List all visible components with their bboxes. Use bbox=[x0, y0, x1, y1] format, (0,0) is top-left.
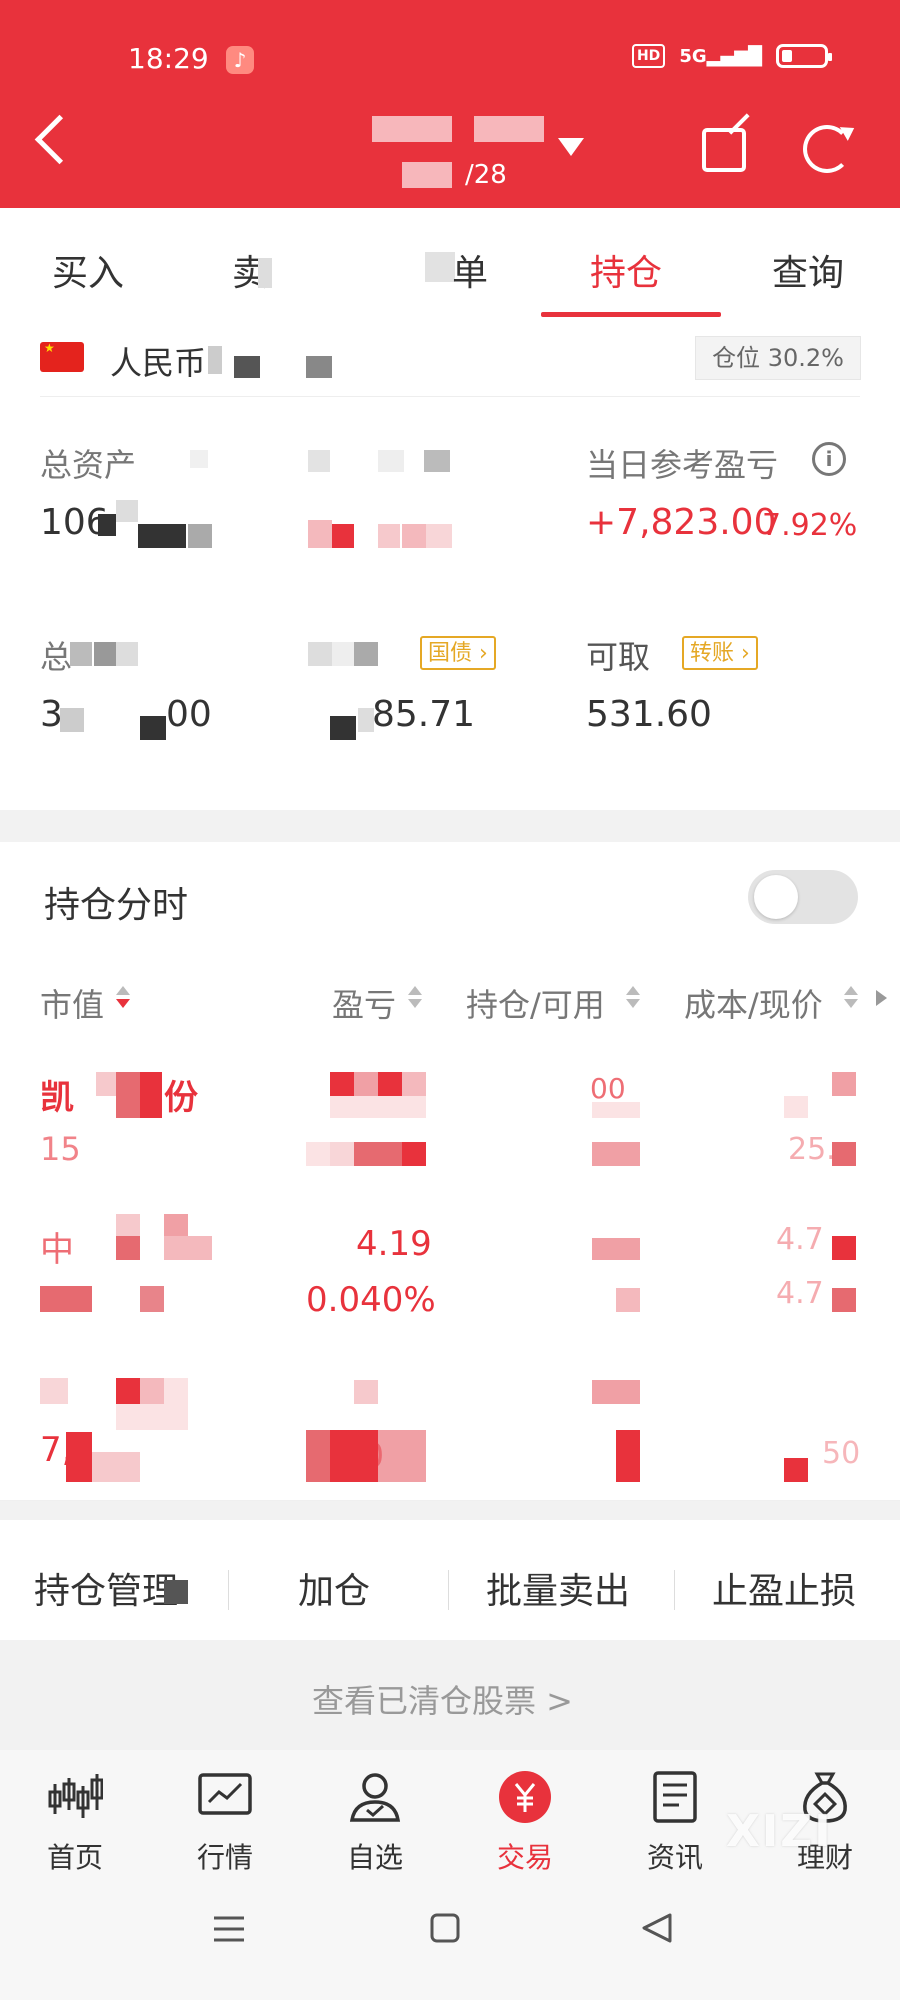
total-assets-label: 总资产 bbox=[40, 446, 137, 484]
current-price: 4.7 bbox=[776, 1276, 824, 1311]
account-subtitle: /28 bbox=[465, 160, 507, 190]
share-icon[interactable] bbox=[702, 128, 746, 172]
pnl-percent: 1.0 bbox=[330, 1436, 385, 1476]
back-chevron-icon[interactable] bbox=[34, 114, 85, 165]
cleared-stocks-row: 查看已清仓股票 > bbox=[0, 1640, 900, 1750]
withdrawable-label: 可取 bbox=[586, 638, 651, 676]
column-position-available[interactable]: 持仓/可用 bbox=[466, 980, 605, 1026]
account-summary: 人民币 仓位 30.2% 总资产 当日参考盈亏 i 106 +7,823.00 … bbox=[0, 320, 900, 810]
cost-price: 4.7 bbox=[776, 1222, 824, 1257]
info-icon[interactable]: i bbox=[812, 442, 846, 476]
cost-price: 25. bbox=[788, 1132, 836, 1167]
yuan-icon bbox=[499, 1771, 551, 1823]
table-row[interactable]: 中 4.19 0.040% 4.7 4.7 bbox=[0, 1192, 900, 1343]
menu-icon[interactable] bbox=[212, 1914, 246, 1944]
batch-sell-button[interactable]: 批量卖出 bbox=[486, 1562, 630, 1614]
position-ratio-badge: 仓位 30.2% bbox=[695, 336, 861, 380]
user-icon bbox=[349, 1773, 401, 1822]
music-notification-icon: ♪ bbox=[226, 46, 254, 74]
transfer-button[interactable]: 转账 › bbox=[682, 636, 758, 670]
take-profit-stop-loss-button[interactable]: 止盈止损 bbox=[712, 1562, 856, 1614]
sort-icon[interactable] bbox=[408, 986, 422, 1010]
scroll-right-icon[interactable] bbox=[876, 990, 887, 1006]
header-bar: 18:29 ♪ HD 5G▂▄▆█ /28 bbox=[0, 0, 900, 208]
account-dropdown-icon[interactable] bbox=[558, 138, 584, 156]
pnl-percent: 0.040% bbox=[306, 1280, 436, 1320]
candlestick-icon bbox=[48, 1774, 103, 1818]
tab-positions[interactable]: 持仓 bbox=[590, 244, 662, 296]
chart-icon bbox=[198, 1773, 252, 1815]
add-position-button[interactable]: 加仓 bbox=[298, 1562, 370, 1614]
stock-name: 中 bbox=[40, 1230, 74, 1270]
bond-button[interactable]: 国债 › bbox=[420, 636, 496, 670]
total-market-value-label: 总 bbox=[40, 638, 73, 676]
table-row[interactable]: 凯 份 15 00 25. bbox=[0, 1042, 900, 1193]
stock-name: 凯 bbox=[40, 1078, 74, 1118]
trade-tabs: 买入 卖 单 持仓 查询 bbox=[0, 208, 900, 321]
china-flag-icon bbox=[40, 341, 84, 372]
holdings-column-header: 市值 盈亏 持仓/可用 成本/现价 bbox=[0, 952, 900, 1043]
daily-pnl-value: +7,823.00 bbox=[586, 502, 777, 543]
holding-time-label: 持仓分时 bbox=[44, 885, 189, 926]
withdrawable-value: 531.60 bbox=[586, 694, 712, 735]
column-cost-price[interactable]: 成本/现价 bbox=[684, 980, 823, 1026]
total-market-value-tail: 00 bbox=[166, 694, 212, 735]
holding-time-toggle[interactable] bbox=[748, 870, 858, 924]
position-quantity: 00 bbox=[590, 1072, 626, 1105]
market-value-2-tail: 85.71 bbox=[372, 694, 476, 735]
pnl-value: 4.19 bbox=[356, 1224, 432, 1264]
tab-buy[interactable]: 买入 bbox=[52, 244, 124, 296]
hd-icon: HD bbox=[631, 44, 666, 68]
account-title-blurred[interactable] bbox=[372, 116, 452, 142]
battery-icon bbox=[776, 44, 832, 68]
trading-app-screen: 18:29 ♪ HD 5G▂▄▆█ /28 买入 卖 单 持仓 查询 人民币 bbox=[0, 0, 900, 2000]
sort-icon[interactable] bbox=[844, 986, 858, 1010]
home-square-icon[interactable] bbox=[430, 1912, 460, 1944]
sort-desc-icon[interactable] bbox=[116, 986, 130, 1010]
tab-query[interactable]: 查询 bbox=[772, 244, 844, 296]
sort-icon[interactable] bbox=[626, 986, 640, 1010]
signal-icon: 5G▂▄▆█ bbox=[679, 45, 762, 67]
active-tab-indicator bbox=[541, 312, 721, 317]
column-pnl[interactable]: 盈亏 bbox=[332, 980, 396, 1026]
current-price: 50 bbox=[822, 1436, 861, 1471]
column-market-value[interactable]: 市值 bbox=[40, 980, 104, 1026]
status-time: 18:29 bbox=[128, 42, 209, 75]
back-triangle-icon[interactable] bbox=[640, 1912, 674, 1944]
holding-actions-bar: 持仓管理 加仓 批量卖出 止盈止损 bbox=[0, 1520, 900, 1640]
table-row[interactable]: 7, 1.0 50 bbox=[0, 1342, 900, 1501]
daily-pnl-label: 当日参考盈亏 bbox=[586, 446, 779, 484]
daily-pnl-percent: 7.92% bbox=[762, 508, 858, 543]
view-cleared-stocks-link[interactable]: 查看已清仓股票 > bbox=[312, 1676, 573, 1722]
refresh-icon[interactable] bbox=[803, 125, 851, 173]
document-icon bbox=[653, 1771, 697, 1823]
system-nav-bar bbox=[0, 1870, 900, 2000]
market-value: 15 bbox=[40, 1130, 81, 1168]
watermark-text: XIZI bbox=[726, 1806, 833, 1857]
status-icons: HD 5G▂▄▆█ bbox=[631, 44, 832, 68]
holding-management-button[interactable]: 持仓管理 bbox=[34, 1562, 178, 1614]
tab-cancel[interactable]: 单 bbox=[452, 244, 488, 296]
currency-account-label: 人民币 bbox=[110, 344, 207, 382]
stock-name-tail: 份 bbox=[164, 1078, 198, 1118]
holding-time-row: 持仓分时 bbox=[0, 842, 900, 953]
